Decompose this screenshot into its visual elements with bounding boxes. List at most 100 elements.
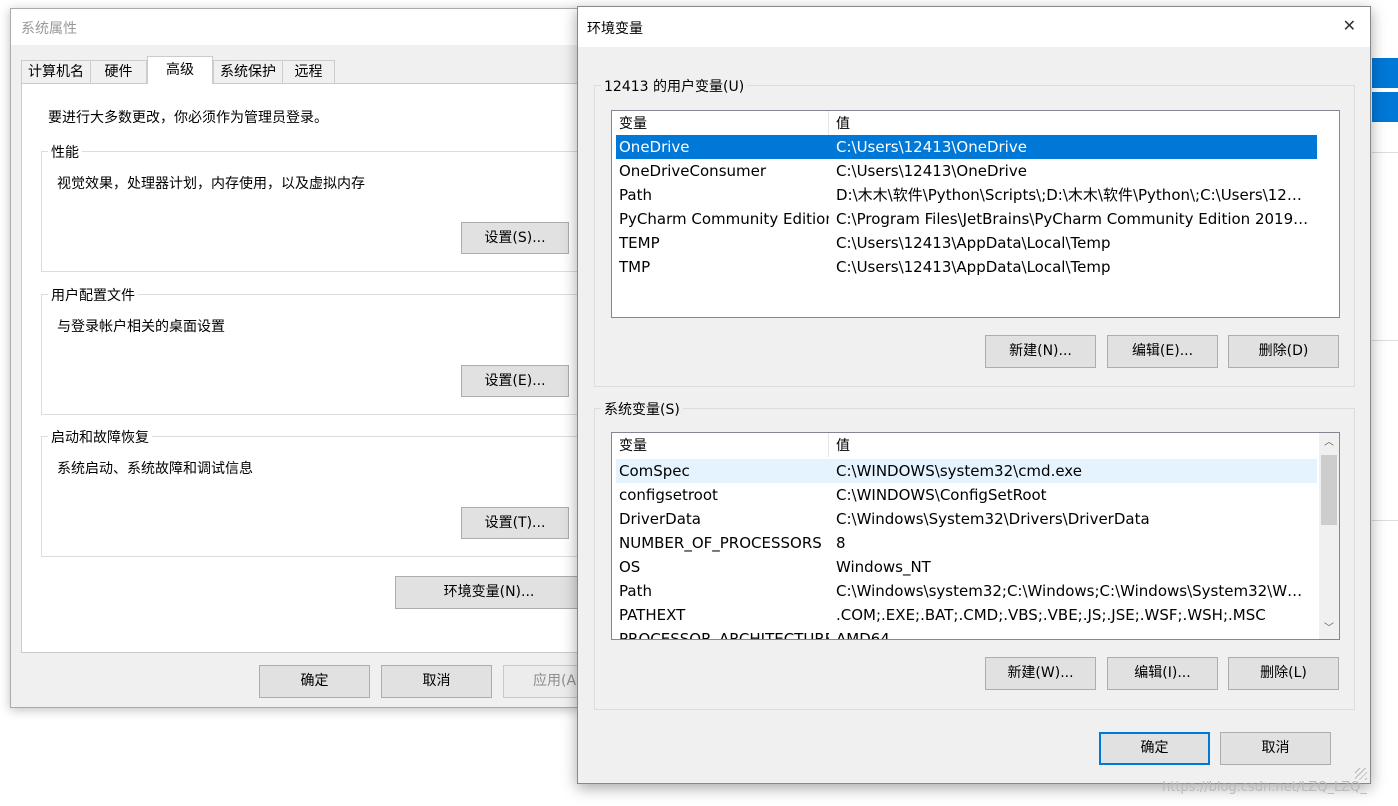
button-label: 确定 (300, 673, 329, 689)
tab-advanced[interactable]: 高级 (147, 56, 213, 84)
tab-hardware[interactable]: 硬件 (91, 60, 147, 83)
user-new-button[interactable]: 新建(N)... (985, 335, 1096, 368)
table-row[interactable]: OneDrive C:\Users\12413\OneDrive (616, 135, 1317, 159)
column-separator[interactable] (828, 433, 829, 457)
table-row[interactable]: TEMP C:\Users\12413\AppData\Local\Temp (616, 231, 1339, 255)
table-row[interactable]: PROCESSOR_ARCHITECTURE AMD64 (616, 627, 1317, 640)
apply-button[interactable]: 应用(A (503, 665, 581, 698)
button-label: 编辑(E)... (1131, 343, 1194, 359)
column-header-variable[interactable]: 变量 (619, 433, 647, 459)
table-row[interactable]: Path C:\Windows\system32;C:\Windows;C:\W… (616, 579, 1317, 603)
background-divider (1372, 152, 1398, 153)
button-label: 设置(T)... (484, 515, 546, 531)
button-label: 取消 (1261, 740, 1290, 756)
group-description: 视觉效果，处理器计划，内存使用，以及虚拟内存 (57, 176, 365, 192)
window-title-bar[interactable]: 环境变量 ✕ (578, 7, 1370, 47)
tab-label: 硬件 (104, 64, 133, 80)
variable-value: C:\Windows\system32;C:\Windows;C:\Window… (836, 582, 1310, 600)
group-title: 用户配置文件 (48, 285, 138, 305)
table-row[interactable]: configsetroot C:\WINDOWS\ConfigSetRoot (616, 483, 1317, 507)
variable-value: C:\WINDOWS\system32\cmd.exe (836, 462, 1082, 480)
table-row[interactable]: PyCharm Community Edition C:\Program Fil… (616, 207, 1339, 231)
system-delete-button[interactable]: 删除(L) (1228, 657, 1339, 690)
resize-grip-icon[interactable] (1355, 768, 1367, 780)
table-row[interactable]: DriverData C:\Windows\System32\Drivers\D… (616, 507, 1317, 531)
variable-name: configsetroot (619, 486, 718, 504)
table-row[interactable]: Path D:\木木\软件\Python\Scripts\;D:\木木\软件\P… (616, 183, 1339, 207)
window-title: 环境变量 (587, 21, 643, 37)
scroll-down-icon[interactable]: ﹀ (1319, 619, 1339, 639)
group-title: 性能 (48, 142, 82, 162)
ok-button[interactable]: 确定 (259, 665, 370, 698)
button-label: 设置(S)... (484, 230, 546, 246)
table-row[interactable]: TMP C:\Users\12413\AppData\Local\Temp (616, 255, 1339, 279)
watermark: https://blog.csdn.net/LZQ_LZQ_ (1162, 780, 1367, 795)
variable-name: Path (619, 186, 652, 204)
user-edit-button[interactable]: 编辑(E)... (1107, 335, 1218, 368)
close-icon[interactable]: ✕ (1343, 16, 1356, 35)
tab-bar: 计算机名 硬件 高级 系统保护 远程 (21, 56, 581, 84)
window-title-bar[interactable]: 系统属性 (11, 9, 579, 45)
vertical-scrollbar[interactable]: ︿ ﹀ (1319, 433, 1339, 639)
variable-value: C:\Users\12413\AppData\Local\Temp (836, 258, 1111, 276)
user-variables-list[interactable]: 变量 值 OneDrive C:\Users\12413\OneDrive On… (611, 110, 1340, 318)
user-profiles-settings-button[interactable]: 设置(E)... (461, 365, 569, 397)
button-label: 删除(L) (1260, 665, 1307, 681)
ok-button[interactable]: 确定 (1099, 732, 1210, 765)
button-label: 编辑(I)... (1134, 665, 1191, 681)
system-variables-group: 系统变量(S) 变量 值 ComSpec C:\WINDOWS\system32… (594, 399, 1355, 710)
tab-remote[interactable]: 远程 (283, 60, 335, 83)
group-description: 系统启动、系统故障和调试信息 (57, 461, 253, 477)
window-title: 系统属性 (21, 21, 77, 37)
performance-group: 性能 视觉效果，处理器计划，内存使用，以及虚拟内存 设置(S)... (41, 142, 586, 272)
scrollbar-thumb[interactable] (1321, 455, 1337, 525)
variable-name: PROCESSOR_ARCHITECTURE (619, 630, 829, 640)
variable-name: TEMP (619, 234, 660, 252)
cancel-button[interactable]: 取消 (381, 665, 492, 698)
startup-recovery-settings-button[interactable]: 设置(T)... (461, 507, 569, 539)
table-row[interactable]: OS Windows_NT (616, 555, 1317, 579)
environment-variables-button[interactable]: 环境变量(N)... (395, 576, 583, 609)
column-header-value[interactable]: 值 (836, 433, 850, 459)
windows-logo-fragment (1372, 58, 1398, 122)
system-variables-list[interactable]: 变量 值 ComSpec C:\WINDOWS\system32\cmd.exe… (611, 432, 1340, 640)
column-separator[interactable] (828, 111, 829, 135)
button-label: 应用(A (533, 673, 577, 689)
variable-value: Windows_NT (836, 558, 931, 576)
variable-name: NUMBER_OF_PROCESSORS (619, 534, 822, 552)
background-divider (1372, 340, 1398, 341)
tab-computer-name[interactable]: 计算机名 (21, 60, 91, 83)
system-edit-button[interactable]: 编辑(I)... (1107, 657, 1218, 690)
variable-value: 8 (836, 534, 846, 552)
system-new-button[interactable]: 新建(W)... (985, 657, 1096, 690)
group-title: 启动和故障恢复 (48, 427, 152, 447)
tab-panel-advanced: 要进行大多数更改，你必须作为管理员登录。 性能 视觉效果，处理器计划，内存使用，… (21, 83, 586, 653)
table-row[interactable]: OneDriveConsumer C:\Users\12413\OneDrive (616, 159, 1339, 183)
variable-name: Path (619, 582, 652, 600)
table-row[interactable]: PATHEXT .COM;.EXE;.BAT;.CMD;.VBS;.VBE;.J… (616, 603, 1317, 627)
variable-value: D:\木木\软件\Python\Scripts\;D:\木木\软件\Python… (836, 186, 1310, 204)
column-header-variable[interactable]: 变量 (619, 111, 647, 137)
button-label: 环境变量(N)... (443, 584, 535, 600)
table-row[interactable]: NUMBER_OF_PROCESSORS 8 (616, 531, 1317, 555)
system-properties-window: 系统属性 计算机名 硬件 高级 系统保护 远程 要进行大多数更改，你必须作为管理… (10, 8, 586, 708)
variable-value: AMD64 (836, 630, 890, 640)
user-delete-button[interactable]: 删除(D) (1228, 335, 1339, 368)
admin-note: 要进行大多数更改，你必须作为管理员登录。 (48, 110, 328, 126)
environment-variables-window: 环境变量 ✕ 12413 的用户变量(U) 变量 值 OneDrive C:\U… (577, 6, 1371, 784)
group-description: 与登录帐户相关的桌面设置 (57, 319, 225, 335)
table-row[interactable]: ComSpec C:\WINDOWS\system32\cmd.exe (616, 459, 1317, 483)
tab-system-protection[interactable]: 系统保护 (213, 60, 283, 83)
group-title: 12413 的用户变量(U) (601, 76, 748, 96)
column-header-value[interactable]: 值 (836, 111, 850, 137)
variable-value: C:\Users\12413\OneDrive (836, 162, 1027, 180)
tab-label: 系统保护 (220, 64, 276, 80)
performance-settings-button[interactable]: 设置(S)... (461, 222, 569, 254)
button-label: 删除(D) (1258, 343, 1309, 359)
button-label: 取消 (422, 673, 451, 689)
variable-name: OneDriveConsumer (619, 162, 767, 180)
cancel-button[interactable]: 取消 (1220, 732, 1331, 765)
tab-label: 计算机名 (28, 64, 84, 80)
variable-name: DriverData (619, 510, 701, 528)
scroll-up-icon[interactable]: ︿ (1319, 433, 1339, 453)
